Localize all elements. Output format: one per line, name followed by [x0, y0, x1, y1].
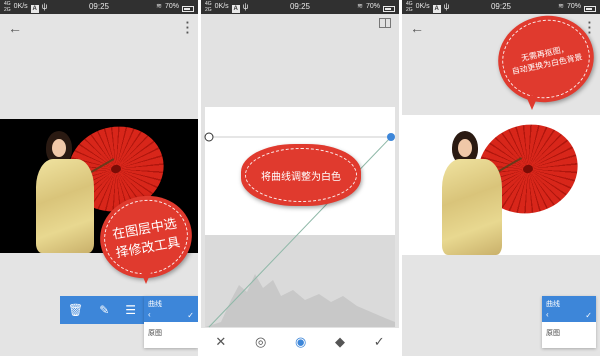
layer-toolbar: 🗑 ✎ ☰ — [60, 296, 144, 324]
brush-icon[interactable]: ✓ — [585, 311, 592, 320]
sliders-icon[interactable]: ☰ — [125, 303, 136, 317]
brush-icon[interactable]: ✓ — [187, 311, 194, 320]
menu-item-original[interactable]: 原图 — [542, 322, 596, 348]
eraser-icon[interactable]: ◆ — [335, 334, 345, 350]
more-options-icon[interactable]: · · · — [186, 16, 190, 39]
histogram-shape — [205, 274, 395, 327]
person-face — [458, 139, 472, 157]
layer-menu: 曲线 ‹ ✓ 原图 — [542, 296, 596, 348]
status-bar: 4G 2G 0K/s A ψ 09:25 ≋ 70% — [0, 0, 198, 14]
person-kimono — [442, 159, 502, 255]
battery-level: 70% — [164, 3, 179, 10]
close-icon[interactable]: ✕ — [215, 334, 226, 350]
curve-point-right — [387, 133, 395, 141]
wifi-icon: ≋ — [156, 3, 162, 10]
callout-text: 无需再抠图， 自动更换为白色背景 — [490, 7, 600, 111]
chevron-left-icon[interactable]: ‹ — [148, 310, 151, 319]
chevron-left-icon[interactable]: ‹ — [546, 310, 549, 319]
check-icon[interactable]: ✓ — [374, 334, 385, 350]
bottom-toolbar: ✕ ◎ ◉ ◆ ✓ — [201, 328, 399, 356]
screen-2: 4G 2G 0K/s A ψ 09:25 ≋ 70% 将曲线调整为白色 ✕ ◎ ◉… — [201, 0, 399, 356]
edited-photo-white-bg — [402, 115, 600, 255]
battery-icon — [584, 6, 596, 12]
battery-icon — [182, 6, 194, 12]
back-arrow-icon[interactable]: ← — [410, 20, 424, 36]
menu-item-curves[interactable]: 曲线 ‹ ✓ — [144, 296, 198, 322]
curve-point-left — [204, 132, 214, 142]
callout-bubble: 无需再抠图， 自动更换为白色背景 — [490, 6, 600, 112]
screen-3: 4G 2G 0K/s A ψ 09:25 ≋ 70% ← · · · 无需再抠图， 自… — [402, 0, 600, 356]
callout-text: 将曲线调整为白色 — [261, 171, 341, 183]
eye-icon[interactable]: ◉ — [295, 334, 306, 350]
tone-icon[interactable]: ◎ — [255, 334, 266, 350]
person-kimono — [36, 159, 94, 253]
callout-tail — [140, 270, 152, 284]
person-face — [52, 139, 66, 157]
menu-item-curves[interactable]: 曲线 ‹ ✓ — [542, 296, 596, 322]
callout-tail — [526, 96, 538, 110]
menu-item-original[interactable]: 原图 — [144, 322, 198, 348]
back-arrow-icon[interactable]: ← — [8, 20, 22, 36]
edit-icon[interactable]: ✎ — [99, 303, 109, 317]
layer-menu: 曲线 ‹ ✓ 原图 — [144, 296, 198, 348]
trash-icon[interactable]: 🗑 — [68, 303, 83, 317]
callout-bubble: 将曲线调整为白色 — [241, 144, 361, 206]
screen-1: 4G 2G 0K/s A ψ 09:25 ≋ 70% ← · · · 在图层中选择修改… — [0, 0, 198, 356]
